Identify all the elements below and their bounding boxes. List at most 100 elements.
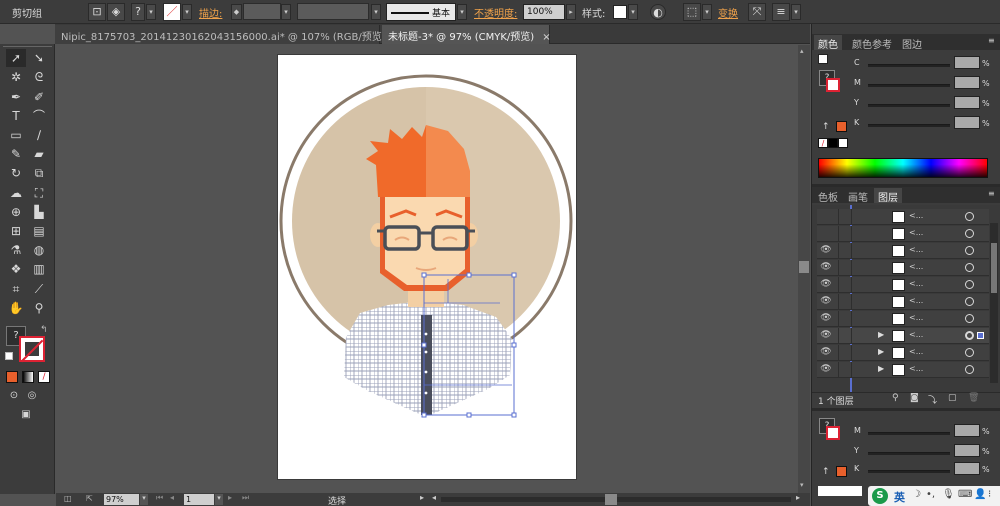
target-icon[interactable] xyxy=(965,331,974,340)
ime-keyboard-icon[interactable]: ⌨ xyxy=(958,489,972,500)
opacity-input[interactable]: 100% xyxy=(523,4,565,20)
vertical-scrollbar[interactable]: ▴ ▾ xyxy=(798,45,810,493)
magenta-slider[interactable] xyxy=(868,84,950,87)
rotate-tool-icon[interactable]: ↻ xyxy=(6,164,26,182)
cyan-slider[interactable] xyxy=(868,64,950,67)
black-slider[interactable] xyxy=(868,124,950,127)
scroll-down-icon[interactable]: ▾ xyxy=(800,481,804,489)
eye-icon[interactable]: 👁 xyxy=(820,296,832,306)
swap-fill-stroke-icon[interactable]: ↰ xyxy=(40,325,48,335)
layer-row-selected[interactable]: 👁 ▶ <... xyxy=(817,328,989,344)
scroll-up-icon[interactable]: ▴ xyxy=(800,47,804,55)
mini-black-input[interactable] xyxy=(954,462,980,475)
target-icon[interactable] xyxy=(965,280,974,289)
layer-row[interactable]: 👁 <... xyxy=(817,311,989,327)
variable-width-select[interactable] xyxy=(297,3,369,20)
selection-handle[interactable] xyxy=(421,412,427,418)
pencil-tool-icon[interactable]: ✎ xyxy=(6,145,26,163)
blend-tool-icon[interactable]: ◍ xyxy=(29,241,49,259)
opacity-dropdown-icon[interactable]: ▸ xyxy=(566,4,576,20)
eye-icon[interactable]: 👁 xyxy=(820,262,832,272)
black-swatch[interactable] xyxy=(828,138,838,148)
last-color-swatch[interactable] xyxy=(836,121,847,132)
selection-handle[interactable] xyxy=(466,412,472,418)
draw-behind-icon[interactable]: ◎ xyxy=(22,387,42,405)
mini-yellow-input[interactable] xyxy=(954,444,980,457)
align-icon[interactable]: ⬚ xyxy=(683,3,701,21)
artboard-number-input[interactable]: 1 xyxy=(184,494,214,505)
graph-tool-icon[interactable]: ▙ xyxy=(29,203,49,221)
stroke-weight-stepper[interactable]: ◆ xyxy=(231,4,242,20)
gradient-mode-icon[interactable] xyxy=(22,371,34,383)
tab-layers[interactable]: 图层 xyxy=(874,188,902,204)
artboard-tool-icon[interactable]: ⌗ xyxy=(6,280,26,298)
mini-spectrum[interactable] xyxy=(818,486,862,496)
layers-list[interactable]: <... <... 👁 <... 👁 <... 👁 <... 👁 <... 👁 … xyxy=(812,205,1000,392)
avatar-illustration[interactable] xyxy=(278,55,578,481)
ime-mic-icon[interactable]: 🎙 xyxy=(942,489,955,500)
last-artboard-icon[interactable]: ⏭ xyxy=(242,493,249,503)
artboard-dropdown-icon[interactable]: ▾ xyxy=(215,494,223,505)
stroke-weight-dropdown[interactable]: ▾ xyxy=(281,4,291,20)
ime-moon-icon[interactable]: ☽ xyxy=(912,489,921,500)
artboard-nav-icon[interactable]: ◫ xyxy=(64,494,72,503)
target-icon[interactable] xyxy=(965,365,974,374)
style-dropdown[interactable]: ▾ xyxy=(628,4,638,20)
stroke-dropdown-icon[interactable]: ▾ xyxy=(182,4,192,20)
mini-last-color-swatch[interactable] xyxy=(836,466,847,477)
selected-art-indicator[interactable] xyxy=(977,332,984,339)
mesh-tool-icon[interactable]: ⊞ xyxy=(6,222,26,240)
brush-dropdown[interactable]: ▾ xyxy=(457,4,467,20)
prev-artboard-icon[interactable]: ◂ xyxy=(170,493,174,502)
target-icon[interactable] xyxy=(965,229,974,238)
warp-tool-icon[interactable]: ☁ xyxy=(6,184,26,202)
transform-icon[interactable]: ⤧ xyxy=(748,3,766,21)
tab-brushes[interactable]: 画笔 xyxy=(844,188,872,204)
selection-tool-icon[interactable]: ➚ xyxy=(6,49,26,67)
eraser-tool-icon[interactable]: ▰ xyxy=(29,145,49,163)
eye-icon[interactable]: 👁 xyxy=(820,279,832,289)
eye-icon[interactable]: 👁 xyxy=(820,364,832,374)
tab-swatches[interactable]: 色板 xyxy=(814,188,842,204)
cyan-input[interactable] xyxy=(954,56,980,69)
selection-handle[interactable] xyxy=(421,342,427,348)
hscroll-right-icon[interactable]: ▸ xyxy=(796,493,800,502)
selection-handle[interactable] xyxy=(421,272,427,278)
hscroll-left-icon[interactable]: ◂ xyxy=(432,493,436,502)
yellow-slider[interactable] xyxy=(868,104,950,107)
magenta-input[interactable] xyxy=(954,76,980,89)
ime-logo-icon[interactable]: S xyxy=(872,488,888,504)
canvas-area[interactable] xyxy=(56,45,798,493)
selection-handle[interactable] xyxy=(466,272,472,278)
default-colors-icon[interactable] xyxy=(5,352,13,360)
expand-triangle-icon[interactable]: ▶ xyxy=(878,364,884,373)
layer-row[interactable]: 👁 <... xyxy=(817,294,989,310)
mini-gamut-icon[interactable]: ↑ xyxy=(822,467,830,477)
stroke-weight-input[interactable] xyxy=(243,3,281,20)
paintbrush-tool-icon[interactable]: ∕ xyxy=(29,126,49,144)
make-clip-mask-icon[interactable]: ◙ xyxy=(910,393,919,403)
shape-builder-tool-icon[interactable]: ⊕ xyxy=(6,203,26,221)
zoom-tool-icon[interactable]: ⚲ xyxy=(29,299,49,317)
color-mode-icon[interactable] xyxy=(6,371,18,383)
black-input[interactable] xyxy=(954,116,980,129)
opacity-label[interactable]: 不透明度: xyxy=(474,5,517,20)
edit-contents-icon[interactable]: ◈ xyxy=(107,3,125,21)
direct-selection-tool-icon[interactable]: ➘ xyxy=(29,49,49,67)
target-icon[interactable] xyxy=(965,212,974,221)
mini-yellow-slider[interactable] xyxy=(868,452,950,455)
color-spectrum[interactable] xyxy=(818,158,988,178)
stroke-label[interactable]: 描边: xyxy=(199,5,222,20)
layers-menu-icon[interactable]: ≡ xyxy=(988,189,995,198)
column-graph-tool-icon[interactable]: ▥ xyxy=(29,260,49,278)
fill-question-icon[interactable]: ? xyxy=(131,3,145,21)
target-icon[interactable] xyxy=(965,263,974,272)
magic-wand-tool-icon[interactable]: ✲ xyxy=(6,68,26,86)
panel-menu-icon[interactable]: ≡ xyxy=(988,36,995,45)
selection-handle[interactable] xyxy=(511,272,517,278)
mini-magenta-slider[interactable] xyxy=(868,432,950,435)
scale-tool-icon[interactable]: ⧉ xyxy=(29,164,49,182)
stroke-none-icon[interactable]: ／ xyxy=(163,3,181,21)
target-icon[interactable] xyxy=(965,348,974,357)
target-icon[interactable] xyxy=(965,246,974,255)
